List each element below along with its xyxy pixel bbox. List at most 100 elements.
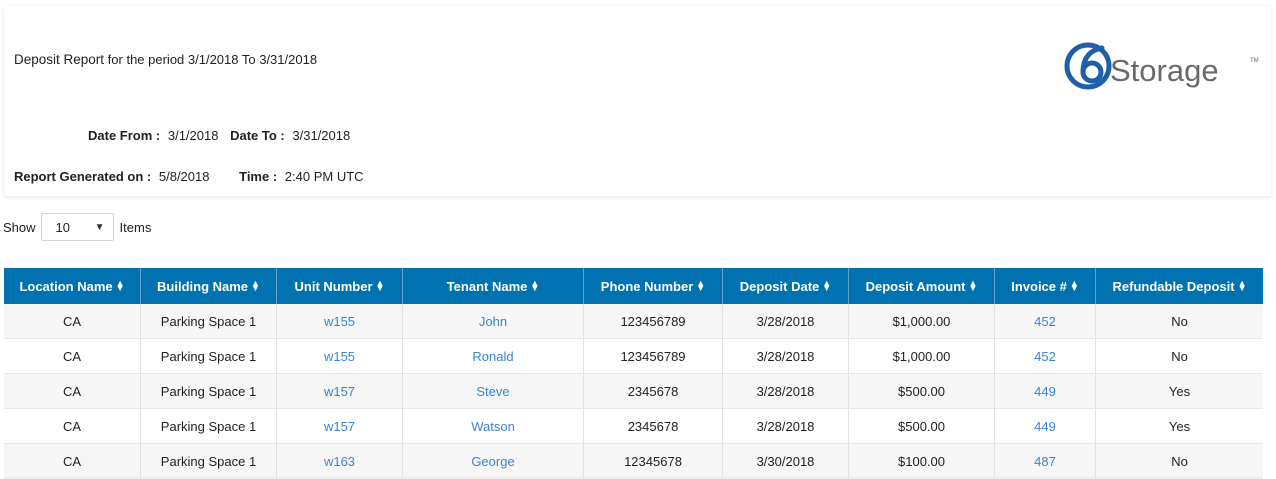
date-from-value: 3/1/2018 bbox=[167, 128, 219, 143]
column-header-6[interactable]: Deposit Amount ▲ ▼ bbox=[848, 268, 995, 304]
cell-deposit-date: 3/28/2018 bbox=[722, 373, 849, 409]
sort-icon[interactable]: ▲ ▼ bbox=[968, 279, 977, 293]
cell-invoice[interactable]: 452 bbox=[994, 338, 1096, 374]
time-value: 2:40 PM UTC bbox=[284, 169, 364, 184]
cell-tenant-name[interactable]: Watson bbox=[402, 408, 584, 444]
cell-phone-number: 12345678 bbox=[583, 443, 723, 479]
cell-tenant-name[interactable]: John bbox=[402, 304, 584, 339]
cell-invoice[interactable]: 452 bbox=[994, 304, 1096, 339]
cell-deposit-amount: $1,000.00 bbox=[848, 304, 995, 339]
cell-refundable-deposit: No bbox=[1095, 443, 1263, 479]
sort-icon[interactable]: ▲ ▼ bbox=[696, 279, 705, 293]
column-header-label: Deposit Amount bbox=[865, 278, 966, 294]
column-header-label: Deposit Date bbox=[739, 278, 820, 294]
cell-deposit-amount: $500.00 bbox=[848, 408, 995, 444]
column-header-7[interactable]: Invoice # ▲ ▼ bbox=[994, 268, 1096, 304]
cell-unit-number[interactable]: w157 bbox=[276, 373, 403, 409]
cell-location-name: CA bbox=[4, 443, 141, 479]
time-label: Time : bbox=[239, 169, 278, 184]
dropdown-caret-icon: ▼ bbox=[94, 221, 105, 233]
table-body: CA Parking Space 1 w155 John 123456789 3/28/2… bbox=[4, 304, 1263, 479]
table-row: CA Parking Space 1 w155 John 123456789 3/28/2… bbox=[4, 304, 1263, 339]
cell-refundable-deposit: Yes bbox=[1095, 373, 1263, 409]
cell-deposit-date: 3/28/2018 bbox=[722, 304, 849, 339]
page-size-control: Show 10 ▼ Items bbox=[3, 212, 151, 242]
column-header-3[interactable]: Tenant Name ▲ ▼ bbox=[402, 268, 584, 304]
report-header-card: Deposit Report for the period 3/1/2018 T… bbox=[4, 6, 1271, 196]
date-to-value: 3/31/2018 bbox=[292, 128, 351, 143]
cell-building-name: Parking Space 1 bbox=[140, 304, 277, 339]
cell-location-name: CA bbox=[4, 373, 141, 409]
cell-location-name: CA bbox=[4, 304, 141, 339]
column-header-8[interactable]: Refundable Deposit ▲ ▼ bbox=[1095, 268, 1263, 304]
cell-invoice[interactable]: 449 bbox=[994, 373, 1096, 409]
column-header-0[interactable]: Location Name ▲ ▼ bbox=[4, 268, 141, 304]
cell-invoice[interactable]: 487 bbox=[994, 443, 1096, 479]
cell-building-name: Parking Space 1 bbox=[140, 408, 277, 444]
sort-icon[interactable]: ▲ ▼ bbox=[251, 279, 260, 293]
cell-tenant-name[interactable]: Ronald bbox=[402, 338, 584, 374]
cell-unit-number[interactable]: w155 bbox=[276, 304, 403, 339]
cell-tenant-name[interactable]: Steve bbox=[402, 373, 584, 409]
column-header-label: Building Name bbox=[157, 278, 249, 294]
table-row: CA Parking Space 1 w157 Steve 2345678 3/28/20… bbox=[4, 373, 1263, 409]
sort-icon[interactable]: ▲ ▼ bbox=[1070, 279, 1079, 293]
report-title: Deposit Report bbox=[14, 52, 105, 67]
cell-phone-number: 123456789 bbox=[583, 338, 723, 374]
column-header-label: Location Name bbox=[19, 278, 113, 294]
column-header-label: Tenant Name bbox=[446, 278, 528, 294]
cell-deposit-amount: $100.00 bbox=[848, 443, 995, 479]
generated-label: Report Generated on : bbox=[14, 169, 152, 184]
sort-icon[interactable]: ▲ ▼ bbox=[822, 279, 831, 293]
cell-phone-number: 2345678 bbox=[583, 373, 723, 409]
items-label: Items bbox=[119, 219, 152, 235]
column-header-label: Refundable Deposit bbox=[1112, 278, 1235, 294]
cell-deposit-amount: $1,000.00 bbox=[848, 338, 995, 374]
column-header-label: Phone Number bbox=[600, 278, 694, 294]
sort-icon[interactable]: ▲ ▼ bbox=[530, 279, 539, 293]
column-header-label: Unit Number bbox=[294, 278, 373, 294]
table-row: CA Parking Space 1 w157 Watson 2345678 3/28/2… bbox=[4, 408, 1263, 444]
cell-phone-number: 123456789 bbox=[583, 304, 723, 339]
cell-deposit-date: 3/28/2018 bbox=[722, 338, 849, 374]
sixstorage-logo: Storage TM bbox=[1064, 42, 1259, 90]
sort-icon[interactable]: ▲ ▼ bbox=[376, 279, 385, 293]
cell-location-name: CA bbox=[4, 338, 141, 374]
page-size-select[interactable]: 10 ▼ bbox=[40, 213, 114, 241]
cell-unit-number[interactable]: w163 bbox=[276, 443, 403, 479]
cell-location-name: CA bbox=[4, 408, 141, 444]
date-from-label: Date From : bbox=[88, 128, 161, 143]
cell-tenant-name[interactable]: George bbox=[402, 443, 584, 479]
column-header-4[interactable]: Phone Number ▲ ▼ bbox=[583, 268, 723, 304]
cell-unit-number[interactable]: w155 bbox=[276, 338, 403, 374]
cell-unit-number[interactable]: w157 bbox=[276, 408, 403, 444]
cell-phone-number: 2345678 bbox=[583, 408, 723, 444]
date-to-label: Date To : bbox=[230, 128, 285, 143]
sort-icon[interactable]: ▲ ▼ bbox=[1238, 279, 1247, 293]
cell-deposit-date: 3/28/2018 bbox=[722, 408, 849, 444]
generated-value: 5/8/2018 bbox=[158, 169, 210, 184]
cell-invoice[interactable]: 449 bbox=[994, 408, 1096, 444]
date-range-row: Date From : 3/1/2018 Date To : 3/31/2018 bbox=[88, 128, 350, 143]
column-header-2[interactable]: Unit Number ▲ ▼ bbox=[276, 268, 403, 304]
deposit-table: Location Name ▲ ▼ Building Name ▲ ▼ Unit Numbe… bbox=[4, 268, 1263, 479]
cell-building-name: Parking Space 1 bbox=[140, 373, 277, 409]
page-size-value: 10 bbox=[55, 219, 70, 235]
report-period: for the period 3/1/2018 To 3/31/2018 bbox=[107, 52, 318, 67]
cell-building-name: Parking Space 1 bbox=[140, 443, 277, 479]
table-row: CA Parking Space 1 w163 George 12345678 3/30/… bbox=[4, 443, 1263, 479]
cell-refundable-deposit: Yes bbox=[1095, 408, 1263, 444]
show-label: Show bbox=[3, 219, 36, 235]
logo-text: Storage bbox=[1110, 53, 1219, 88]
column-header-5[interactable]: Deposit Date ▲ ▼ bbox=[722, 268, 849, 304]
table-header-row: Location Name ▲ ▼ Building Name ▲ ▼ Unit Numbe… bbox=[4, 268, 1263, 304]
column-header-1[interactable]: Building Name ▲ ▼ bbox=[140, 268, 277, 304]
logo-tm: TM bbox=[1250, 58, 1259, 64]
sort-icon[interactable]: ▲ ▼ bbox=[116, 279, 125, 293]
generated-row: Report Generated on : 5/8/2018 Time : 2:… bbox=[14, 169, 364, 184]
cell-refundable-deposit: No bbox=[1095, 304, 1263, 339]
cell-building-name: Parking Space 1 bbox=[140, 338, 277, 374]
report-title-row: Deposit Report for the period 3/1/2018 T… bbox=[14, 52, 317, 67]
cell-deposit-amount: $500.00 bbox=[848, 373, 995, 409]
column-header-label: Invoice # bbox=[1011, 278, 1067, 294]
